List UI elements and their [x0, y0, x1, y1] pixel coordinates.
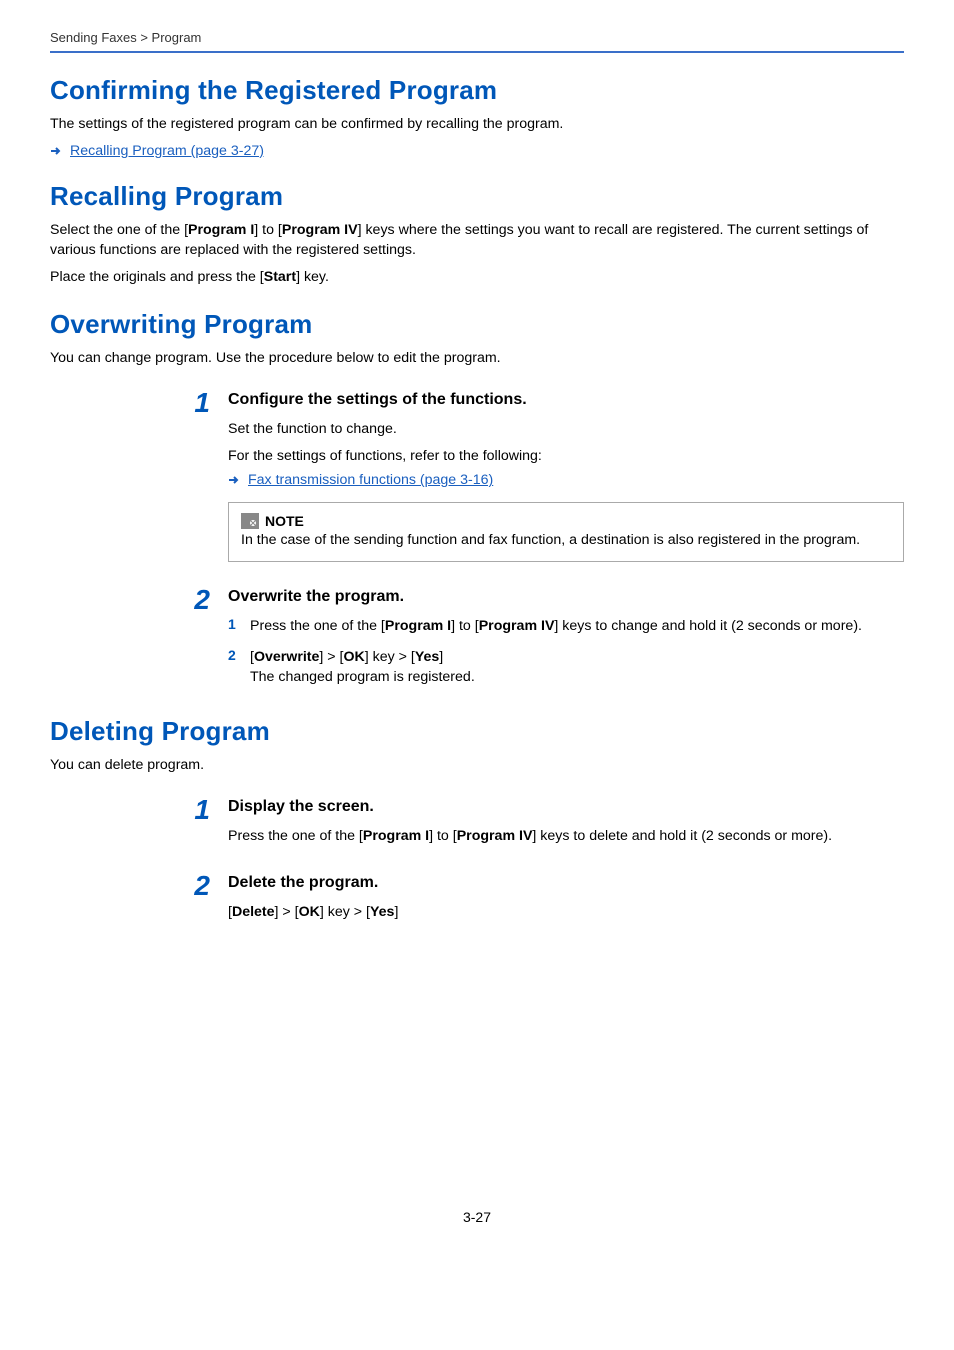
- key-program-i: Program I: [385, 618, 451, 634]
- key-yes: Yes: [415, 649, 439, 665]
- txt: ] > [: [275, 904, 299, 920]
- key-program-iv: Program IV: [479, 618, 555, 634]
- txt: ] key.: [296, 269, 329, 285]
- txt: ] to [: [254, 222, 282, 238]
- heading-recalling: Recalling Program: [50, 181, 904, 212]
- arrow-right-icon: [228, 474, 240, 486]
- txt: Press the one of the [: [228, 828, 363, 844]
- page-number: 3-27: [50, 1209, 904, 1225]
- step1-line2: For the settings of functions, refer to …: [228, 446, 904, 467]
- txt: ]: [439, 649, 443, 665]
- key-program-iv: Program IV: [457, 828, 533, 844]
- step2-sub1: 1 Press the one of the [Program I] to [P…: [228, 616, 904, 637]
- delete-step-2: 2 Delete the program. [Delete] > [OK] ke…: [190, 872, 904, 929]
- txt: Press the one of the [: [250, 618, 385, 634]
- step2-sub2-result: The changed program is registered.: [250, 667, 475, 688]
- fax-functions-link[interactable]: Fax transmission functions (page 3-16): [248, 472, 493, 488]
- step1-title: Configure the settings of the functions.: [228, 391, 904, 409]
- key-program-i: Program I: [363, 828, 429, 844]
- confirm-ref: Recalling Program (page 3-27): [50, 143, 904, 159]
- key-delete: Delete: [232, 904, 275, 920]
- delete-step-1: 1 Display the screen. Press the one of t…: [190, 796, 904, 853]
- txt: Select the one of the [: [50, 222, 188, 238]
- delete-step2-text: [Delete] > [OK] key > [Yes]: [228, 902, 904, 923]
- heading-deleting: Deleting Program: [50, 716, 904, 747]
- recall-para2: Place the originals and press the [Start…: [50, 267, 904, 288]
- key-program-iv: Program IV: [282, 222, 358, 238]
- step1-ref: Fax transmission functions (page 3-16): [228, 472, 904, 488]
- step-number-1: 1: [190, 796, 210, 853]
- overwrite-intro: You can change program. Use the procedur…: [50, 348, 904, 369]
- delete-step1-text: Press the one of the [Program I] to [Pro…: [228, 826, 904, 847]
- note-icon: [241, 513, 259, 529]
- recalling-program-link[interactable]: Recalling Program (page 3-27): [70, 143, 264, 159]
- key-ok: OK: [299, 904, 320, 920]
- txt: ] key > [: [365, 649, 415, 665]
- step1-line1: Set the function to change.: [228, 419, 904, 440]
- txt: Place the originals and press the [: [50, 269, 264, 285]
- key-start: Start: [264, 269, 296, 285]
- step2-sub2: 2 [Overwrite] > [OK] key > [Yes] The cha…: [228, 647, 904, 688]
- step-number-1: 1: [190, 389, 210, 566]
- heading-overwriting: Overwriting Program: [50, 309, 904, 340]
- txt: ]: [394, 904, 398, 920]
- substep-number-2: 2: [228, 647, 240, 688]
- txt: ] to [: [429, 828, 457, 844]
- delete-step2-title: Delete the program.: [228, 874, 904, 892]
- overwrite-step-2: 2 Overwrite the program. 1 Press the one…: [190, 586, 904, 694]
- note-box: NOTE In the case of the sending function…: [228, 502, 904, 562]
- step2-title: Overwrite the program.: [228, 588, 904, 606]
- substep-number-1: 1: [228, 616, 240, 637]
- key-overwrite: Overwrite: [254, 649, 319, 665]
- confirm-intro: The settings of the registered program c…: [50, 114, 904, 135]
- txt: ] keys to change and hold it (2 seconds …: [554, 618, 862, 634]
- delete-step1-title: Display the screen.: [228, 798, 904, 816]
- step-number-2: 2: [190, 586, 210, 694]
- note-text: In the case of the sending function and …: [241, 532, 860, 548]
- heading-confirming: Confirming the Registered Program: [50, 75, 904, 106]
- txt: ] key > [: [320, 904, 370, 920]
- delete-intro: You can delete program.: [50, 755, 904, 776]
- step-number-2: 2: [190, 872, 210, 929]
- recall-para1: Select the one of the [Program I] to [Pr…: [50, 220, 904, 261]
- key-ok: OK: [343, 649, 364, 665]
- note-label: NOTE: [265, 513, 304, 529]
- key-program-i: Program I: [188, 222, 254, 238]
- txt: ] keys to delete and hold it (2 seconds …: [532, 828, 832, 844]
- arrow-right-icon: [50, 145, 62, 157]
- overwrite-step-1: 1 Configure the settings of the function…: [190, 389, 904, 566]
- txt: ] > [: [319, 649, 343, 665]
- key-yes: Yes: [370, 904, 394, 920]
- breadcrumb: Sending Faxes > Program: [50, 30, 904, 53]
- txt: ] to [: [451, 618, 479, 634]
